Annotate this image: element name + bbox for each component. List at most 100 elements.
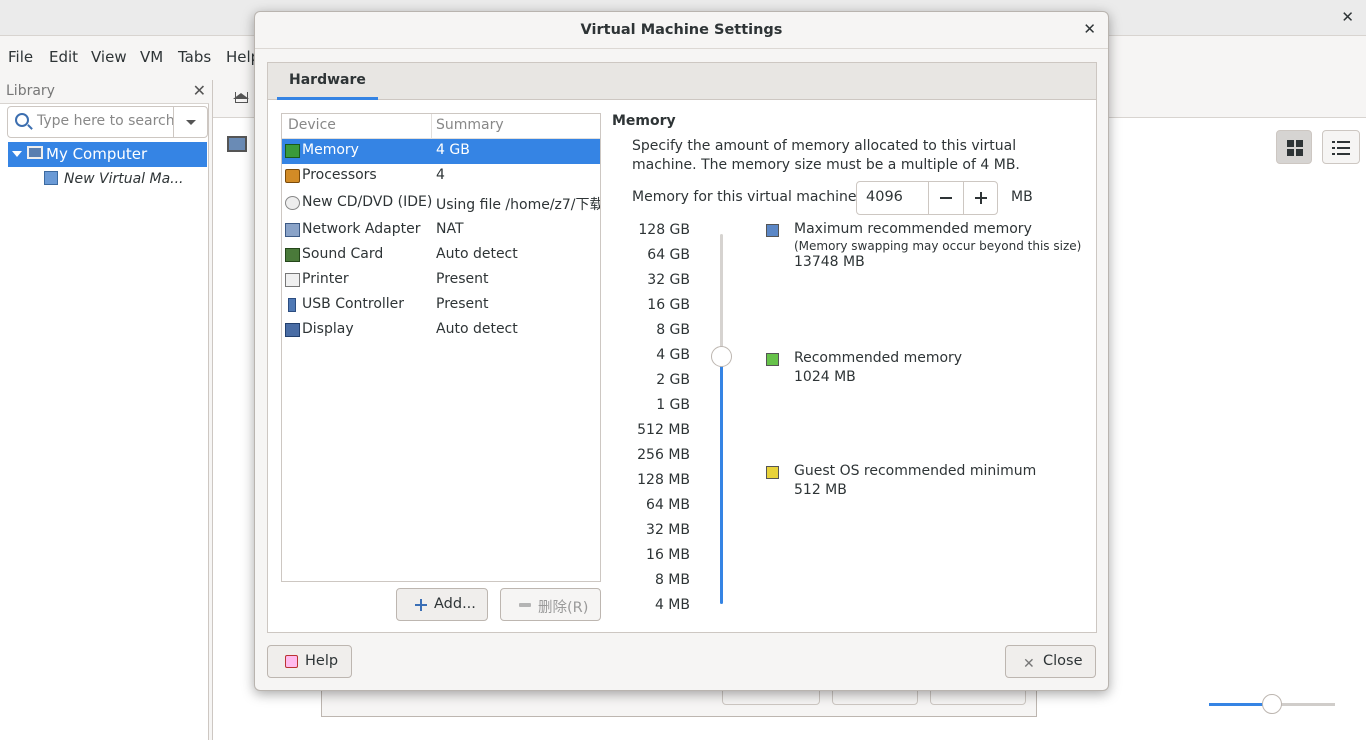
memory-scale-tick: 8 MB xyxy=(654,572,690,588)
cd-dvd-icon xyxy=(285,196,300,210)
close-button-label: Close xyxy=(1043,653,1083,669)
help-button-label: Help xyxy=(305,653,339,669)
memory-scale-tick: 16 MB xyxy=(646,547,690,563)
device-row-cd-dvd[interactable]: New CD/DVD (IDE) Using file /home/z7/下载/ xyxy=(282,191,600,216)
close-button[interactable]: ✕ Close xyxy=(1005,645,1096,678)
remove-button-label: 删除(R) xyxy=(538,600,589,616)
memory-scale-tick: 4 MB xyxy=(654,597,690,613)
device-summary: NAT xyxy=(436,221,464,237)
memory-scale-tick: 512 MB xyxy=(637,422,690,438)
device-row-sound-card[interactable]: Sound Card Auto detect xyxy=(282,243,600,268)
home-icon[interactable] xyxy=(233,92,249,103)
display-icon xyxy=(285,323,300,337)
help-icon xyxy=(285,655,298,668)
memory-decrement-button[interactable] xyxy=(928,182,963,214)
memory-scale-tick: 256 MB xyxy=(637,447,690,463)
memory-increment-button[interactable] xyxy=(963,182,998,214)
menu-vm[interactable]: VM xyxy=(140,48,163,66)
column-device[interactable]: Device xyxy=(288,117,336,133)
device-summary: 4 xyxy=(436,167,445,183)
legend-label: Guest OS recommended minimum xyxy=(794,463,1037,479)
library-close-icon[interactable]: ✕ xyxy=(193,81,206,100)
memory-slider-fill xyxy=(720,356,723,604)
tab-hardware[interactable]: Hardware xyxy=(277,63,378,100)
column-separator xyxy=(431,114,432,139)
legend-blue-square-icon xyxy=(766,224,779,237)
computer-icon xyxy=(27,146,43,159)
device-row-processors[interactable]: Processors 4 xyxy=(282,164,600,189)
menu-tabs[interactable]: Tabs xyxy=(178,48,211,66)
memory-field-label: Memory for this virtual machine: xyxy=(632,189,862,205)
memory-scale-tick: 2 GB xyxy=(656,372,690,388)
memory-slider[interactable] xyxy=(720,234,723,604)
add-icon xyxy=(415,599,427,611)
device-row-memory[interactable]: Memory 4 GB xyxy=(282,139,600,164)
dialog-close-icon[interactable]: ✕ xyxy=(1083,20,1096,38)
legend-note: (Memory swapping may occur beyond this s… xyxy=(794,239,1082,253)
processor-icon xyxy=(285,169,300,183)
network-adapter-icon xyxy=(285,223,300,237)
device-name: Printer xyxy=(302,271,349,287)
grid-icon xyxy=(1287,140,1303,156)
zoom-slider[interactable] xyxy=(1209,694,1335,714)
device-summary: Present xyxy=(436,271,489,287)
zoom-slider-knob[interactable] xyxy=(1262,694,1282,714)
menu-file[interactable]: File xyxy=(8,48,33,66)
memory-scale-tick: 16 GB xyxy=(647,297,690,313)
tree-item-vm[interactable]: New Virtual Ma... xyxy=(44,171,184,187)
memory-input[interactable]: 4096 xyxy=(866,189,903,205)
expander-icon[interactable] xyxy=(12,151,22,162)
search-icon xyxy=(15,113,29,127)
legend-yellow-square-icon xyxy=(766,466,779,479)
device-row-network-adapter[interactable]: Network Adapter NAT xyxy=(282,218,600,243)
list-icon xyxy=(1332,140,1350,156)
help-button[interactable]: Help xyxy=(267,645,352,678)
remove-device-button[interactable]: 删除(R) xyxy=(500,588,601,621)
column-summary[interactable]: Summary xyxy=(436,117,504,133)
printer-icon xyxy=(285,273,300,287)
host-computer-icon xyxy=(227,136,247,152)
legend-label: Recommended memory xyxy=(794,350,963,366)
vm-settings-dialog: Virtual Machine Settings ✕ Hardware Devi… xyxy=(254,11,1109,691)
tree-item-my-computer[interactable]: My Computer xyxy=(8,142,207,167)
memory-description: Specify the amount of memory allocated t… xyxy=(632,138,1020,173)
search-dropdown-button[interactable] xyxy=(173,107,207,137)
device-name: New CD/DVD (IDE) xyxy=(302,194,433,210)
add-device-button[interactable]: Add... xyxy=(396,588,488,621)
memory-unit: MB xyxy=(1011,189,1033,205)
device-name: Network Adapter xyxy=(302,221,421,237)
device-row-display[interactable]: Display Auto detect xyxy=(282,318,600,343)
memory-icon xyxy=(285,144,300,158)
menu-view[interactable]: View xyxy=(91,48,127,66)
device-row-usb-controller[interactable]: USB Controller Present xyxy=(282,293,600,318)
library-title: Library xyxy=(6,83,55,99)
device-list: Device Summary Memory 4 GB Processors 4 … xyxy=(281,113,601,582)
list-view-button[interactable] xyxy=(1322,130,1360,164)
legend-label: Maximum recommended memory xyxy=(794,221,1032,237)
memory-scale-tick: 8 GB xyxy=(656,322,690,338)
library-search[interactable]: Type here to search xyxy=(7,106,208,138)
memory-scale-tick: 1 GB xyxy=(656,397,690,413)
memory-slider-knob[interactable] xyxy=(711,346,732,367)
search-input[interactable]: Type here to search xyxy=(37,113,175,129)
window-close-icon[interactable]: ✕ xyxy=(1341,8,1354,26)
sound-card-icon xyxy=(285,248,300,262)
device-name: Sound Card xyxy=(302,246,384,262)
legend-value: 1024 MB xyxy=(794,369,856,385)
menu-edit[interactable]: Edit xyxy=(49,48,78,66)
tree-item-label: My Computer xyxy=(46,145,148,163)
memory-scale-tick: 64 MB xyxy=(646,497,690,513)
device-summary: Present xyxy=(436,296,489,312)
device-summary: Using file /home/z7/下载/ xyxy=(436,197,600,213)
device-summary: 4 GB xyxy=(436,142,470,158)
remove-icon xyxy=(519,603,531,607)
memory-spinbutton[interactable]: 4096 xyxy=(856,181,998,215)
grid-view-button[interactable] xyxy=(1276,130,1312,164)
device-row-printer[interactable]: Printer Present xyxy=(282,268,600,293)
device-list-header: Device Summary xyxy=(282,114,600,139)
dialog-title: Virtual Machine Settings xyxy=(255,12,1108,49)
add-button-label: Add... xyxy=(434,596,476,612)
device-name: Display xyxy=(302,321,354,337)
memory-heading: Memory xyxy=(612,113,676,129)
library-header: Library ✕ xyxy=(0,80,209,104)
